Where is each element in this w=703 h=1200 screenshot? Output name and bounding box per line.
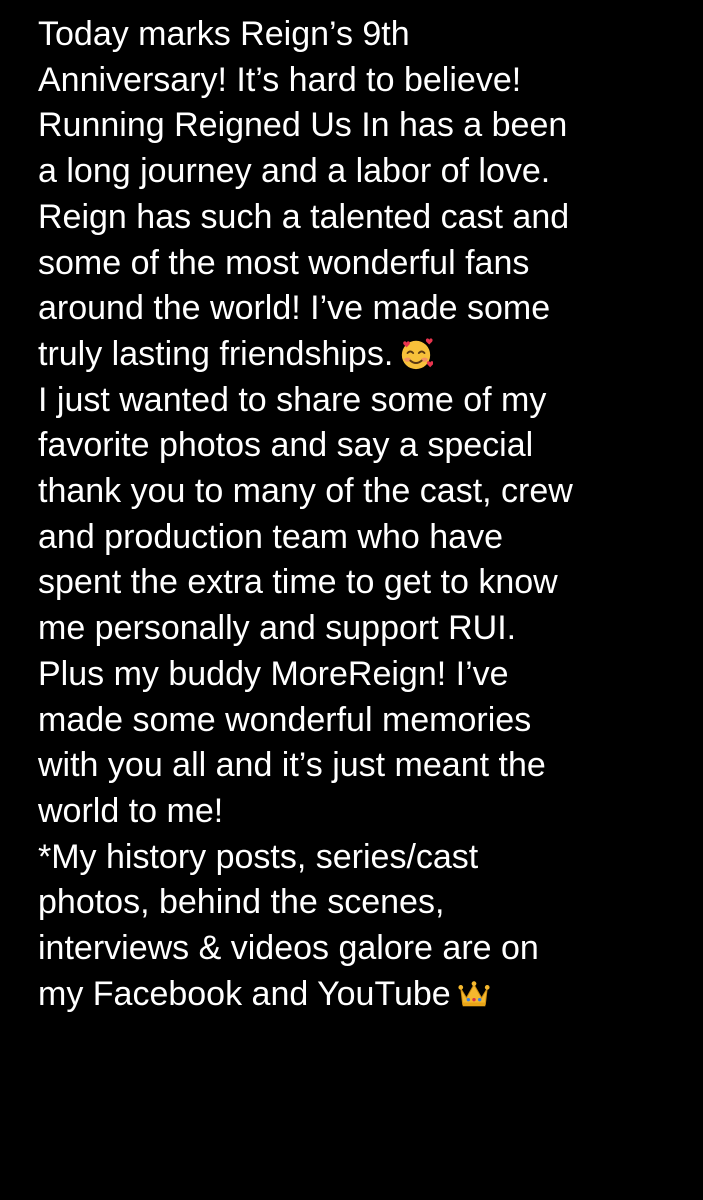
note-line: with you all and it’s just meant the	[38, 746, 546, 785]
note-line: Today marks Reign’s 9th	[38, 15, 410, 53]
note-line-text: truly lasting friendships.	[38, 334, 394, 373]
note-line: thank you to many of the cast, crew	[38, 472, 573, 511]
smiling-face-with-hearts-icon	[399, 337, 434, 371]
note-line: a long journey and a labor of love.	[38, 152, 551, 191]
note-line: and production team who have	[38, 517, 503, 556]
note-line: Running Reigned Us In has a been	[38, 106, 568, 145]
note-line: favorite photos and say a special	[38, 426, 534, 465]
note-line: I just wanted to share some of my	[38, 380, 547, 419]
note-line: spent the extra time to get to know	[38, 563, 558, 602]
note-text: Today marks Reign’s 9th Anniversary! It’…	[38, 12, 698, 1017]
note-line: around the world! I’ve made some	[38, 289, 551, 328]
note-line: Reign has such a talented cast and	[38, 197, 570, 236]
note-line: photos, behind the scenes,	[38, 883, 445, 922]
note-line-text: my Facebook and YouTube	[38, 974, 451, 1013]
note-line: some of the most wonderful fans	[38, 243, 530, 282]
note-line: made some wonderful memories	[38, 700, 532, 739]
crown-icon	[457, 977, 491, 1011]
note-line: me personally and support RUI.	[38, 609, 517, 648]
note-line: world to me!	[38, 791, 224, 830]
note-line: interviews & videos galore are on	[38, 929, 539, 968]
note-line: *My history posts, series/cast	[38, 837, 479, 876]
note-line: Anniversary! It’s hard to believe!	[38, 60, 522, 99]
note-line-with-emoji: my Facebook and YouTube	[38, 972, 698, 1018]
note-line: Plus my buddy MoreReign! I’ve	[38, 654, 509, 693]
note-line-with-emoji: truly lasting friendships.	[38, 332, 698, 378]
